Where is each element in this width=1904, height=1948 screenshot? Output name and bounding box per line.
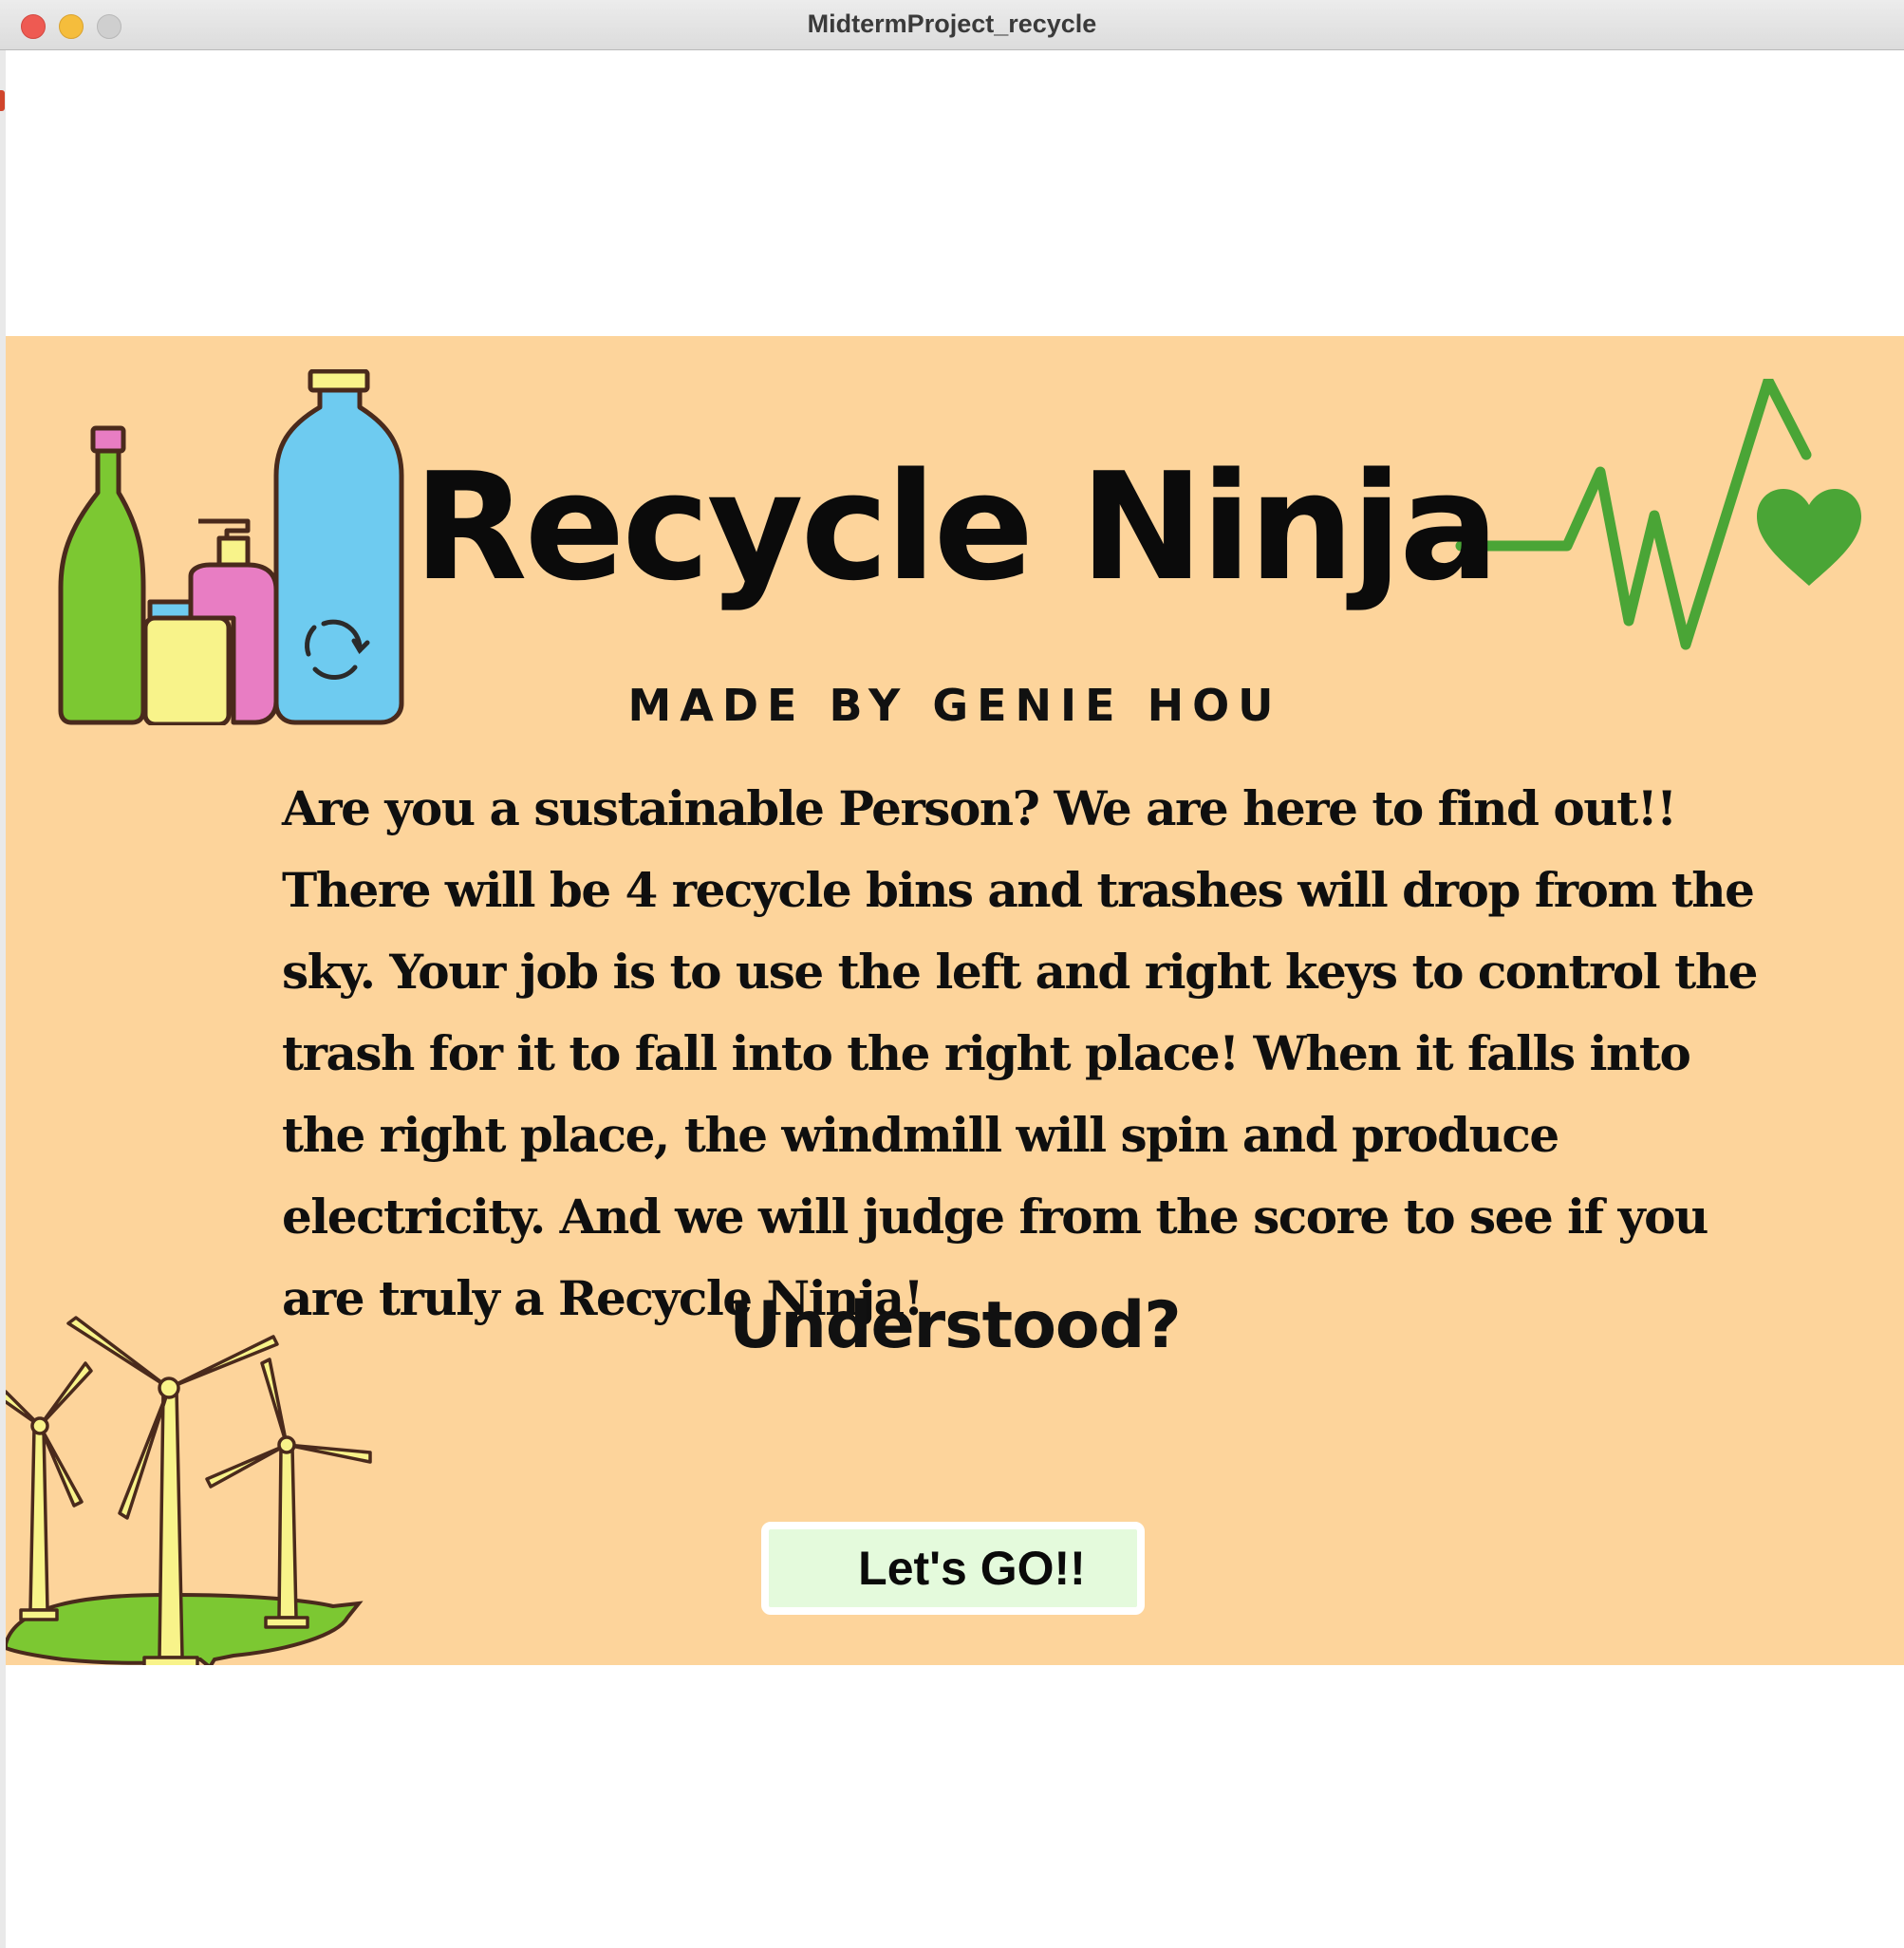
windmills-icon [6,1316,372,1665]
game-title: Recycle Ninja [413,440,1500,613]
start-game-button[interactable]: Let's GO!! [761,1522,1145,1615]
sketch-canvas[interactable]: Recycle Ninja MADE BY GENIE HOU Are you … [6,50,1904,1948]
game-instructions: Are you a sustainable Person? We are her… [282,780,1758,1326]
background-app-marker [0,90,5,111]
window-title: MidtermProject_recycle [807,9,1097,38]
window-titlebar: MidtermProject_recycle [0,0,1904,50]
author-subtitle: MADE BY GENIE HOU [627,680,1282,731]
intro-panel: Recycle Ninja MADE BY GENIE HOU Are you … [6,336,1904,1665]
